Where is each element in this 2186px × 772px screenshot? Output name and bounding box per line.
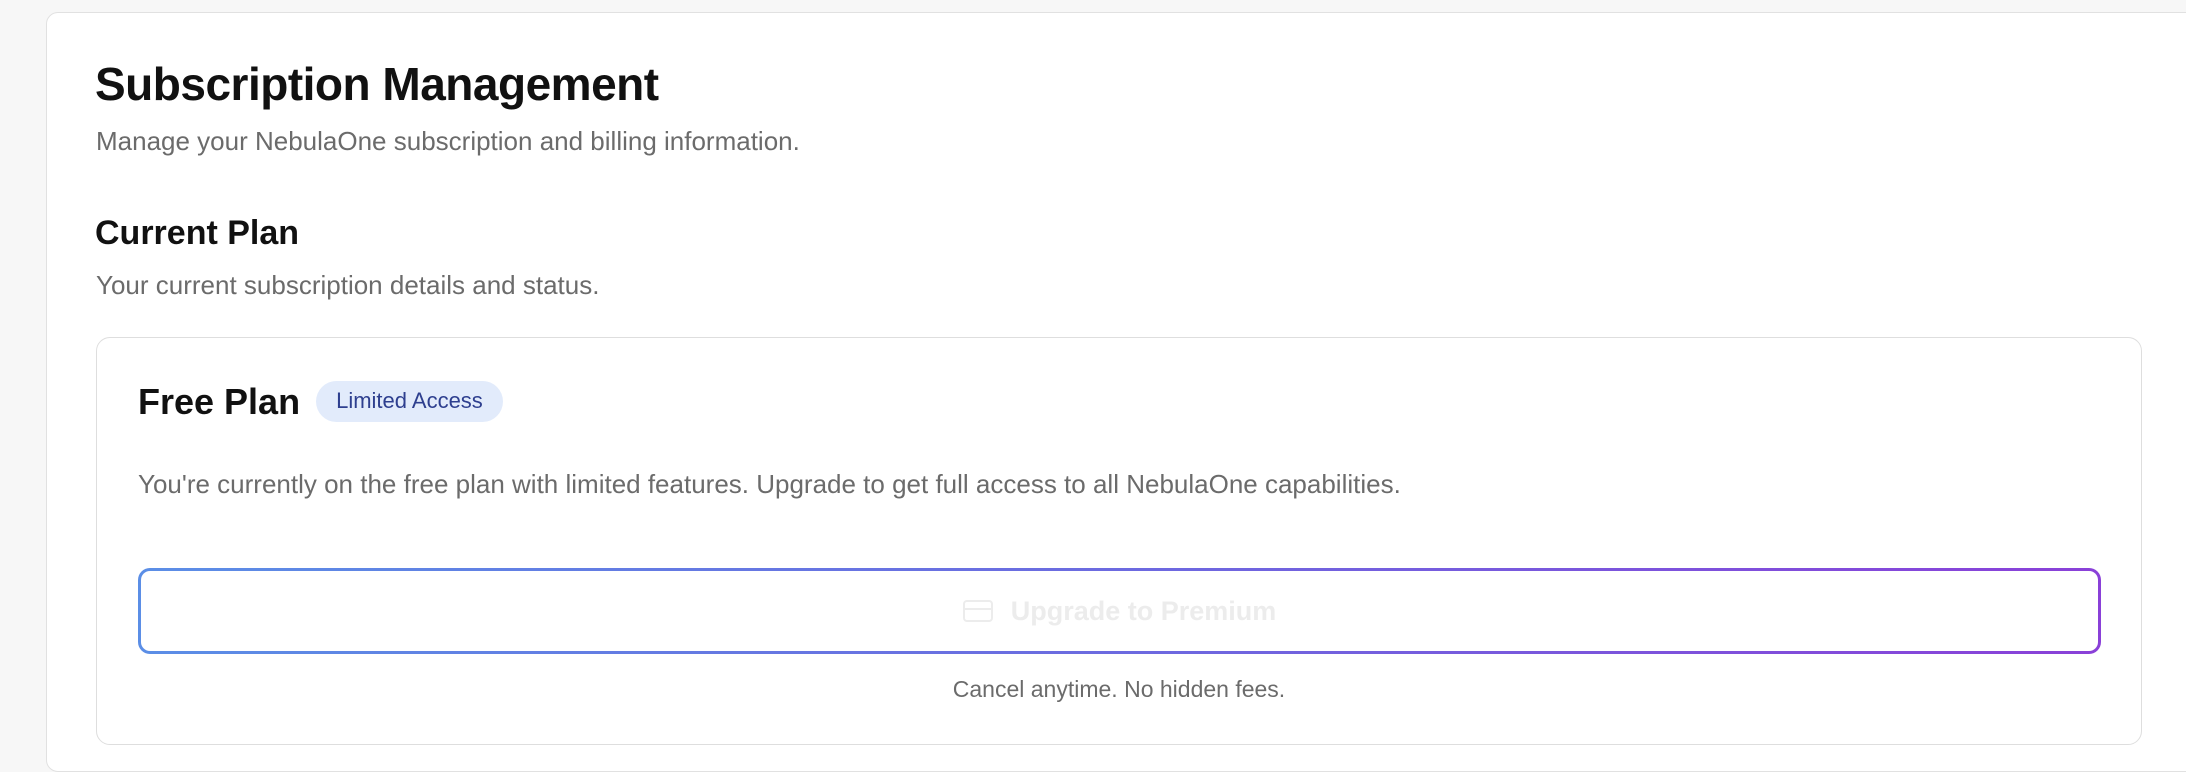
upgrade-button[interactable]: Upgrade to Premium: [138, 568, 2101, 654]
status-badge: Limited Access: [316, 381, 503, 422]
page-title: Subscription Management: [95, 58, 659, 110]
credit-card-icon: [962, 600, 993, 622]
upgrade-button-label: Upgrade to Premium: [1010, 595, 1277, 626]
cancel-note: Cancel anytime. No hidden fees.: [952, 676, 1286, 702]
current-plan-subtitle: Your current subscription details and st…: [96, 270, 600, 300]
plan-name: Free Plan: [138, 381, 301, 422]
page-subtitle: Manage your NebulaOne subscription and b…: [96, 126, 800, 156]
plan-description: You're currently on the free plan with l…: [138, 469, 1401, 499]
plan-header: Free Plan Limited Access: [138, 380, 503, 423]
subscription-panel: Subscription Management Manage your Nebu…: [46, 12, 2186, 772]
upgrade-button-inner[interactable]: Upgrade to Premium: [141, 571, 2098, 651]
plan-card: Free Plan Limited Access You're currentl…: [96, 337, 2142, 745]
current-plan-title: Current Plan: [95, 214, 300, 252]
